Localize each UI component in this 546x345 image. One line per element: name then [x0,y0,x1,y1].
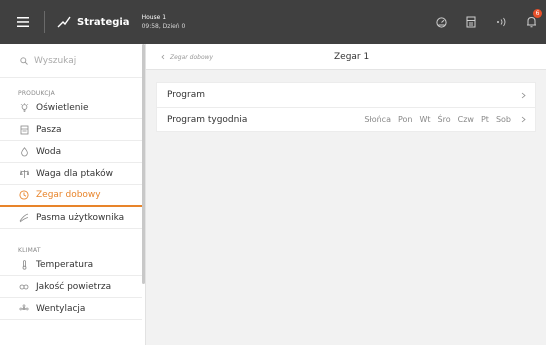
user-band-icon [18,213,30,223]
sidebar-item-label: Oświetlenie [36,102,89,113]
sidebar-item-oswietlenie[interactable]: Oświetlenie [0,97,145,119]
feed-icon [18,125,30,135]
program-card: Program Program tygodnia Słońca Pon Wt Ś… [156,82,536,132]
sidebar-item-waga-dla-ptakow[interactable]: Waga dla ptaków [0,163,145,185]
house-name: House 1 [141,14,167,21]
top-bar: Strategia House 1 09:58, Dzień 0 6 [0,0,546,44]
breadcrumb: Zegar dobowy [170,53,214,61]
search-input[interactable] [34,55,134,66]
search-icon [20,56,28,65]
sidebar-item-woda[interactable]: Woda [0,141,145,163]
house-info: House 1 09:58, Dzień 0 [142,13,186,31]
topbar-actions: 6 [426,0,546,44]
sidebar-scrollbar-track [142,44,145,345]
sidebar-item-jakosc-powietrza[interactable]: Jakość powietrza [0,276,145,298]
sidebar-item-label: Jakość powietrza [36,281,112,292]
fan-icon [18,303,30,314]
sidebar-item-wentylacja[interactable]: Wentylacja [0,298,145,320]
weekday-list: Słońca Pon Wt Śro Czw Pt Sob [364,115,511,124]
weekday-label: Pon [397,115,413,124]
weekday-label: Sob [495,115,511,124]
weekday-label: Pt [480,115,489,124]
sidebar: PRODUKCJA Oświetlenie Pasza Woda Waga dl… [0,44,146,345]
brand[interactable]: Strategia [57,16,130,28]
weekday-label: Wt [419,115,431,124]
page-title: Zegar 1 [334,52,370,62]
water-drop-icon [18,146,30,157]
main-content: Zegar dobowy Zegar 1 Program Program tyg… [146,44,546,345]
strategia-logo-icon [57,16,71,28]
sidebar-item-zegar-dobowy[interactable]: Zegar dobowy [0,185,145,207]
program-row[interactable]: Program [157,83,535,107]
chevron-right-icon [519,92,527,99]
notification-badge: 6 [533,9,542,18]
program-row-label: Program [167,90,205,100]
clock-icon [18,190,30,200]
scale-icon [18,169,30,179]
sidebar-item-label: Wentylacja [36,303,86,314]
dashboard-button[interactable] [426,0,456,44]
weekday-label: Słońca [364,115,391,124]
document-icon [466,16,476,28]
co2-icon [18,282,30,292]
notifications-button[interactable]: 6 [516,0,546,44]
section-label-produkcja: PRODUKCJA [18,90,55,97]
signal-button[interactable] [486,0,516,44]
weekday-label: Czw [457,115,474,124]
thermometer-icon [18,259,30,270]
sidebar-item-label: Zegar dobowy [36,190,101,200]
sidebar-item-pasza[interactable]: Pasza [0,119,145,141]
sidebar-scrollbar-thumb[interactable] [142,44,145,284]
bell-icon [526,16,536,28]
brand-name: Strategia [77,16,130,28]
sidebar-item-pasma-uzytkownika[interactable]: Pasma użytkownika [0,207,145,229]
weekday-label: Śro [437,115,451,124]
chevron-left-icon [161,54,165,60]
lightbulb-icon [18,102,30,113]
dashboard-icon [435,16,447,28]
sidebar-item-label: Pasza [36,124,62,135]
search-box [0,44,145,78]
topbar-divider [44,11,45,33]
weekly-program-row[interactable]: Program tygodnia Słońca Pon Wt Śro Czw P… [157,107,535,131]
main-header: Zegar dobowy Zegar 1 [146,44,546,70]
menu-icon [17,17,29,27]
sidebar-item-label: Temperatura [36,259,94,270]
house-time-day: 09:58, Dzień 0 [141,23,186,30]
section-label-klimat: KLIMAT [18,247,41,254]
menu-button[interactable] [12,0,34,44]
document-button[interactable] [456,0,486,44]
sidebar-item-label: Waga dla ptaków [36,168,114,179]
signal-icon [497,17,506,27]
weekly-program-row-label: Program tygodnia [167,114,248,125]
chevron-right-icon [519,116,527,123]
sidebar-item-label: Woda [36,146,62,157]
breadcrumb-back[interactable]: Zegar dobowy [160,44,213,70]
sidebar-item-temperatura[interactable]: Temperatura [0,254,145,276]
sidebar-item-label: Pasma użytkownika [36,212,125,223]
